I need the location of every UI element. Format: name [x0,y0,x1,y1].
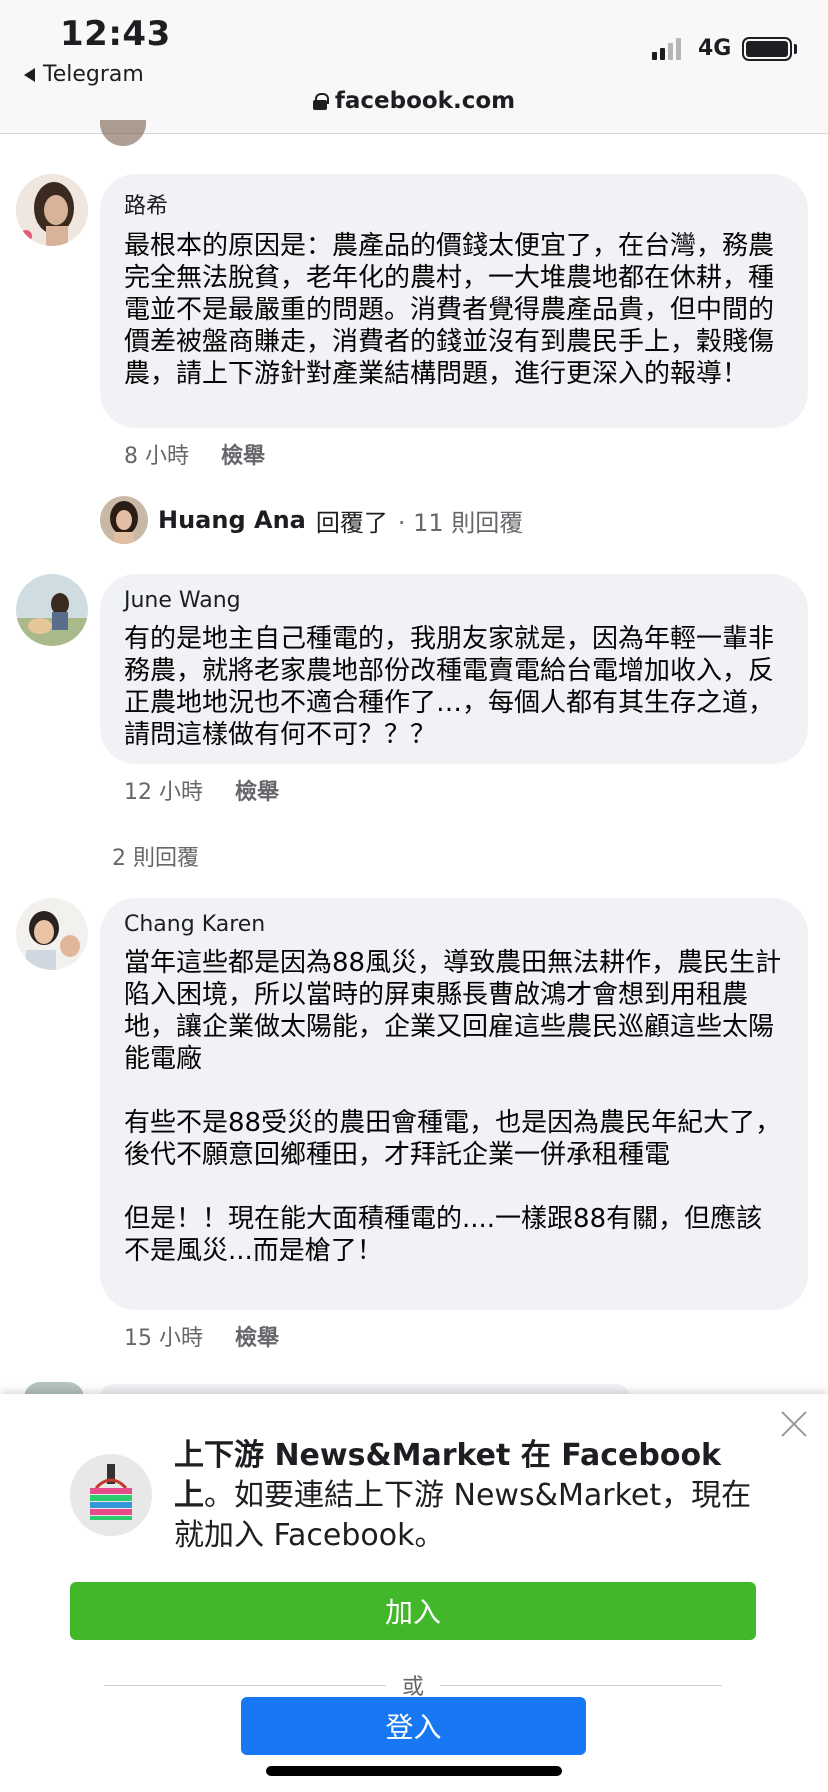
comment-meta: 8 小時 檢舉 [124,438,265,470]
network-type: 4G [698,36,732,61]
address-bar[interactable]: facebook.com [0,88,828,114]
back-app-label: Telegram [43,62,144,87]
login-prompt-body: 。如要連結上下游 News&Market，現在就加入 Facebook。 [174,1478,752,1553]
comment-author[interactable]: Chang Karen [124,912,784,937]
close-icon[interactable] [780,1410,808,1438]
view-more-replies[interactable]: 2 則回覆 [112,840,199,872]
browser-header: 12:43 Telegram 4G facebook.com [0,0,828,134]
comment-meta: 12 小時 檢舉 [124,774,279,806]
comment-author[interactable]: 路希 [124,188,784,220]
comment-text: 當年這些都是因為88風災，導致農田無法耕作，農民生計陷入困境，所以當時的屏東縣長… [124,948,782,1266]
comment-text: 最根本的原因是：農產品的價錢太便宜了，在台灣，務農完全無法脫貧，老年化的農村，一… [124,231,775,389]
comment-author[interactable]: June Wang [124,588,784,613]
status-time: 12:43 [60,14,171,54]
report-link[interactable]: 檢舉 [235,774,279,806]
join-button[interactable]: 加入 [70,1582,756,1640]
comment-time[interactable]: 8 小時 [124,438,189,470]
reply-author: Huang Ana [158,506,306,534]
back-to-app-button[interactable]: Telegram [24,62,144,87]
reply-summary[interactable]: Huang Ana 回覆了 · 11 則回覆 [100,496,523,544]
reply-count: · 11 則回覆 [397,508,524,537]
comment-time[interactable]: 15 小時 [124,1320,203,1352]
report-link[interactable]: 檢舉 [235,1320,279,1352]
comment-time[interactable]: 12 小時 [124,774,203,806]
home-indicator[interactable] [266,1766,562,1776]
battery-icon [742,37,792,61]
avatar[interactable] [16,574,88,646]
comment-bubble: June Wang 有的是地主自己種電的，我朋友家就是，因為年輕一輩非務農，就將… [100,574,808,764]
report-link[interactable]: 檢舉 [221,438,265,470]
avatar[interactable] [16,174,88,246]
avatar [100,496,148,544]
lock-icon [312,93,329,110]
comment-text: 有的是地主自己種電的，我朋友家就是，因為年輕一輩非務農，就將老家農地部份改種電賣… [124,624,775,750]
signal-icon [652,38,681,60]
comment-meta: 15 小時 檢舉 [124,1320,279,1352]
comment-bubble: 路希 最根本的原因是：農產品的價錢太便宜了，在台灣，務農完全無法脫貧，老年化的農… [100,174,808,428]
comment-bubble: Chang Karen 當年這些都是因為88風災，導致農田無法耕作，農民生計陷入… [100,898,808,1310]
avatar[interactable] [16,898,88,970]
url-text: facebook.com [334,88,516,114]
login-button[interactable]: 登入 [241,1697,586,1755]
login-prompt-sheet: 上下游 News&Market 在 Facebook 上。如要連結上下游 New… [0,1394,828,1792]
divider: 或 [104,1670,723,1700]
page-logo [70,1454,152,1536]
back-arrow-icon [24,67,35,82]
login-prompt-message: 上下游 News&Market 在 Facebook 上。如要連結上下游 New… [174,1436,774,1556]
avatar [100,120,146,146]
reply-action: 回覆了 [315,508,388,537]
